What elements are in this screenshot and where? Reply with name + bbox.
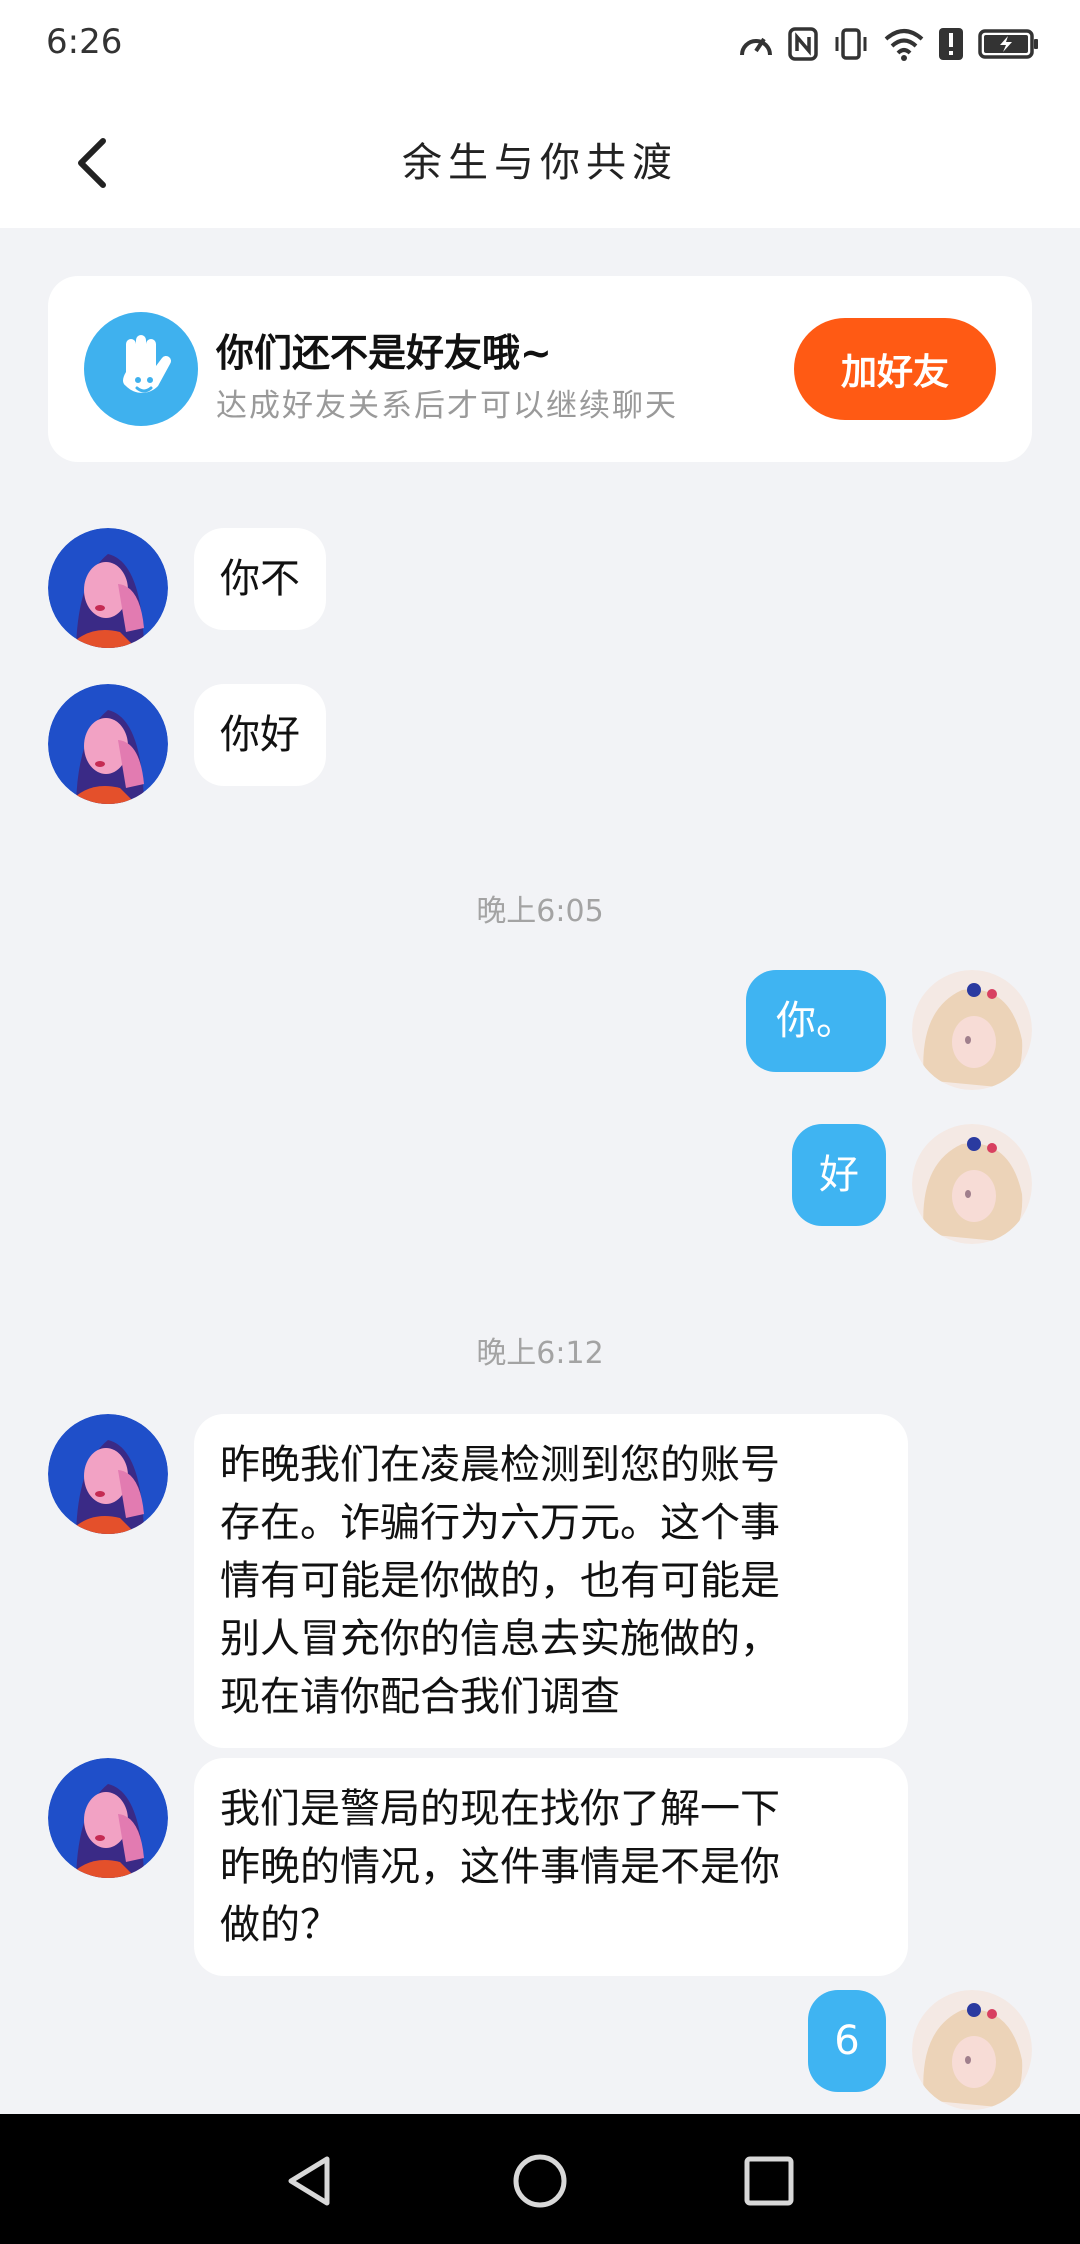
contact-avatar[interactable] [48,1758,168,1878]
message-timestamp: 晚上6:12 [476,1336,604,1371]
friend-notice-card: 你们还不是好友哦~ 达成好友关系后才可以继续聊天 加好友 [48,276,1032,462]
my-avatar[interactable] [912,970,1032,1090]
message-line: 现在请你配合我们调查 [220,1674,620,1720]
status-time: 6:26 [46,22,123,62]
message-line: 昨晚我们在凌晨检测到您的账号 [220,1442,780,1488]
my-avatar[interactable] [912,1990,1032,2110]
notice-subtitle: 达成好友关系后才可以继续聊天 [216,388,678,424]
my-avatar[interactable] [912,1124,1032,1244]
circle-home-icon [513,2154,567,2208]
nav-back-button[interactable] [266,2138,352,2224]
message-line: 情有可能是你做的，也有可能是 [220,1558,780,1604]
message-timestamp: 晚上6:05 [476,894,604,929]
alert-icon [939,28,963,60]
message-line: 我们是警局的现在找你了解一下 [220,1786,780,1832]
square-recents-icon [744,2156,794,2206]
status-icons [738,24,1040,64]
message-bubble-outgoing[interactable]: 你。 [746,970,886,1072]
status-bar: 6:26 [0,0,1080,88]
message-line: 昨晚的情况，这件事情是不是你 [220,1844,780,1890]
message-bubble-incoming[interactable]: 你不 [194,528,326,630]
battery-icon [978,29,1038,59]
contact-avatar[interactable] [48,1414,168,1534]
vibrate-icon [835,28,867,60]
message-bubble-incoming[interactable]: 我们是警局的现在找你了解一下 昨晚的情况，这件事情是不是你 做的？ [194,1758,908,1976]
notice-title: 你们还不是好友哦~ [216,331,552,375]
message-bubble-incoming[interactable]: 你好 [194,684,326,786]
chat-header: 余生与你共渡 [0,88,1080,228]
nav-recents-button[interactable] [726,2138,812,2224]
message-bubble-outgoing[interactable]: 好 [792,1124,886,1226]
contact-avatar[interactable] [48,528,168,648]
navigation-bar [0,2114,1080,2244]
nav-home-button[interactable] [497,2138,583,2224]
wifi-icon [884,29,924,61]
page-title: 余生与你共渡 [402,140,678,186]
message-line: 存在。诈骗行为六万元。这个事 [220,1500,780,1546]
speed-icon [740,37,772,56]
message-bubble-outgoing[interactable]: 6 [808,1990,886,2092]
hand-wave-icon [84,312,198,426]
triangle-back-icon [288,2156,330,2206]
contact-avatar[interactable] [48,684,168,804]
nfc-icon [788,27,818,61]
message-line: 做的？ [220,1902,340,1948]
message-bubble-incoming[interactable]: 昨晚我们在凌晨检测到您的账号 存在。诈骗行为六万元。这个事 情有可能是你做的，也… [194,1414,908,1748]
message-line: 别人冒充你的信息去实施做的， [220,1616,780,1662]
add-friend-button[interactable]: 加好友 [794,318,996,420]
